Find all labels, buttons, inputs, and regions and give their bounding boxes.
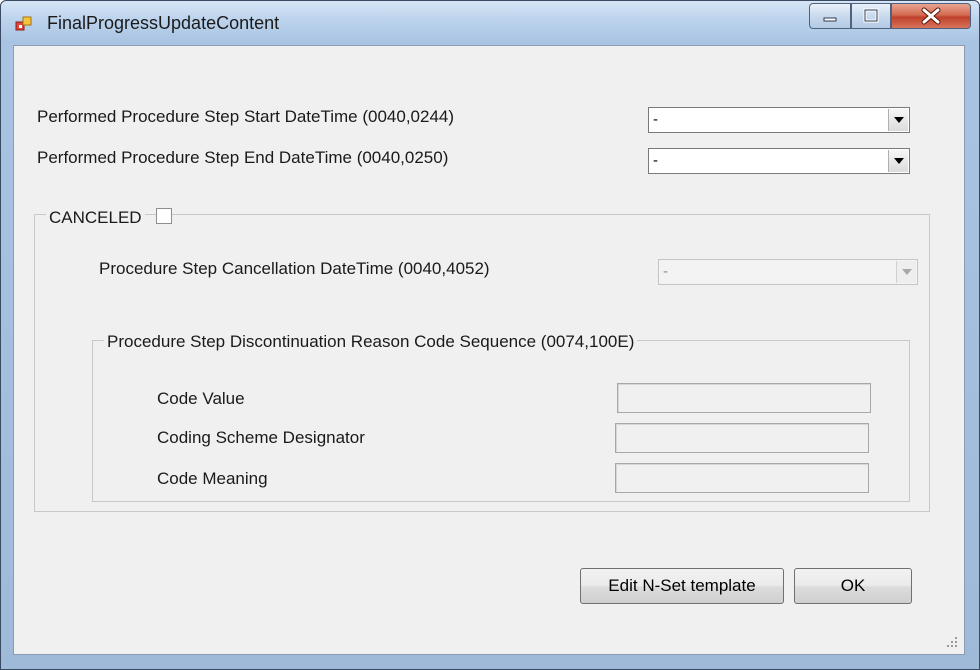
- code-meaning-input[interactable]: [615, 463, 869, 493]
- minimize-icon: [823, 17, 837, 22]
- coding-scheme-input[interactable]: [615, 423, 869, 453]
- end-datetime-label: Performed Procedure Step End DateTime (0…: [37, 148, 449, 167]
- dropdown-arrow-icon[interactable]: [888, 150, 908, 172]
- title-bar[interactable]: FinalProgressUpdateContent: [1, 1, 979, 43]
- cancellation-datetime-value: -: [663, 263, 668, 280]
- cancellation-datetime-combo[interactable]: -: [658, 259, 918, 285]
- dialog-content: Performed Procedure Step Start DateTime …: [13, 45, 965, 655]
- start-datetime-label: Performed Procedure Step Start DateTime …: [37, 107, 455, 126]
- start-datetime-combo[interactable]: -: [648, 107, 910, 133]
- dropdown-arrow-icon[interactable]: [896, 261, 916, 283]
- dialog-window: FinalProgressUpdateContent Performed Pro…: [0, 0, 980, 670]
- end-datetime-value: -: [653, 152, 658, 169]
- dropdown-arrow-icon[interactable]: [888, 109, 908, 131]
- ok-button[interactable]: OK: [794, 568, 912, 604]
- code-meaning-label: Code Meaning: [157, 469, 268, 488]
- maximize-button[interactable]: [851, 3, 891, 29]
- coding-scheme-label: Coding Scheme Designator: [157, 428, 365, 447]
- edit-nset-template-button[interactable]: Edit N-Set template: [580, 568, 784, 604]
- maximize-icon: [863, 8, 879, 23]
- end-datetime-combo[interactable]: -: [648, 148, 910, 174]
- close-button[interactable]: [891, 3, 971, 29]
- window-title: FinalProgressUpdateContent: [47, 13, 280, 33]
- reason-code-group-title: Procedure Step Discontinuation Reason Co…: [104, 332, 638, 352]
- start-datetime-value: -: [653, 111, 658, 128]
- close-icon: [921, 7, 941, 25]
- minimize-button[interactable]: [809, 3, 851, 29]
- app-icon: [15, 16, 32, 31]
- cancellation-datetime-label: Procedure Step Cancellation DateTime (00…: [99, 259, 490, 278]
- canceled-group-title: CANCELED: [46, 208, 145, 228]
- code-value-input[interactable]: [617, 383, 871, 413]
- code-value-label: Code Value: [157, 389, 245, 408]
- canceled-checkbox[interactable]: [156, 208, 172, 224]
- resize-grip-icon[interactable]: [946, 636, 958, 648]
